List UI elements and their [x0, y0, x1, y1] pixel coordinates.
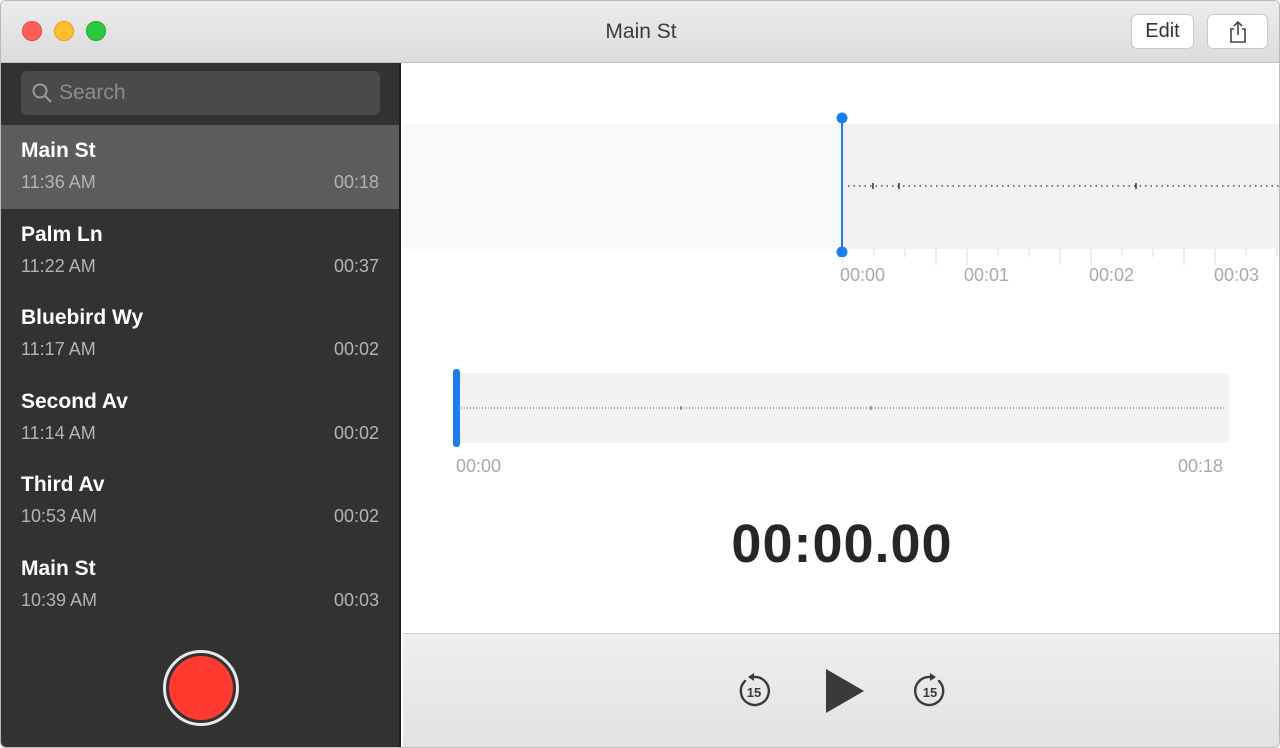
search-icon	[32, 83, 52, 103]
recording-item[interactable]: Main St 11:36 AM 00:18	[1, 125, 399, 209]
recording-time: 10:53 AM	[21, 506, 98, 527]
recording-item[interactable]: Main St 10:39 AM 00:03	[1, 543, 399, 627]
playback-controls: 15 15	[403, 633, 1279, 747]
skip-forward-label: 15	[923, 685, 937, 700]
skip-back-15-icon[interactable]: 15	[735, 672, 773, 710]
recording-time: 11:14 AM	[21, 422, 96, 443]
overview-dots	[461, 406, 1225, 410]
recording-name: Palm Ln	[21, 222, 103, 246]
window-title: Main St	[605, 20, 677, 43]
recording-item[interactable]: Palm Ln 11:22 AM 00:37	[1, 209, 399, 293]
skip-back-label: 15	[747, 685, 761, 700]
overview-start-label: 00:00	[456, 456, 502, 476]
recording-duration: 00:02	[333, 339, 379, 360]
recording-name: Second Av	[21, 389, 128, 413]
recording-time: 11:22 AM	[21, 255, 96, 276]
ruler-label: 00:03	[1214, 265, 1260, 285]
sidebar: Search Main St 11:36 AM 00:18 Palm Ln 11…	[1, 63, 401, 747]
recording-time: 11:17 AM	[21, 339, 96, 360]
recordings-list: Main St 11:36 AM 00:18 Palm Ln 11:22 AM …	[1, 125, 399, 627]
record-icon	[169, 656, 233, 720]
recording-duration: 00:02	[333, 422, 379, 443]
share-icon	[1229, 20, 1246, 43]
share-button[interactable]	[1207, 14, 1268, 49]
skip-forward-15-icon[interactable]: 15	[911, 672, 949, 710]
recording-duration: 00:02	[333, 506, 379, 527]
recording-time: 10:39 AM	[21, 589, 98, 610]
main-panel: 00:00 00:01 00:02 00:03 00:00 00:18 00:0…	[403, 63, 1279, 633]
play-icon[interactable]	[821, 666, 867, 716]
ruler-label: 00:00	[840, 265, 886, 285]
recording-time: 11:36 AM	[21, 172, 96, 192]
recording-name: Bluebird Wy	[21, 306, 144, 330]
playhead[interactable]	[835, 112, 849, 257]
playback-timer: 00:00.00	[731, 514, 953, 574]
search-placeholder: Search	[59, 81, 126, 104]
recording-item[interactable]: Third Av 10:53 AM 00:02	[1, 459, 399, 543]
recording-name: Main St	[21, 556, 96, 580]
recording-name: Main St	[21, 139, 96, 162]
ruler-label: 00:02	[1089, 265, 1135, 285]
edit-button[interactable]: Edit	[1131, 14, 1194, 49]
recording-duration: 00:03	[333, 589, 379, 610]
overview-waveform[interactable]	[455, 373, 1229, 443]
overview-end-label: 00:18	[1178, 456, 1224, 476]
record-button[interactable]	[163, 650, 239, 726]
recording-item[interactable]: Second Av 11:14 AM 00:02	[1, 376, 399, 460]
ruler-label: 00:01	[964, 265, 1010, 285]
recording-name: Third Av	[21, 473, 105, 497]
voice-memos-window: Main St Edit Search Main St 11:36 AM 00:…	[0, 0, 1280, 748]
overview-scrubber[interactable]	[453, 369, 460, 447]
recording-item[interactable]: Bluebird Wy 11:17 AM 00:02	[1, 292, 399, 376]
recording-duration: 00:37	[333, 255, 379, 276]
recording-duration: 00:18	[333, 172, 379, 192]
search-field[interactable]: Search	[21, 71, 380, 115]
title-bar: Main St Edit	[1, 1, 1279, 63]
